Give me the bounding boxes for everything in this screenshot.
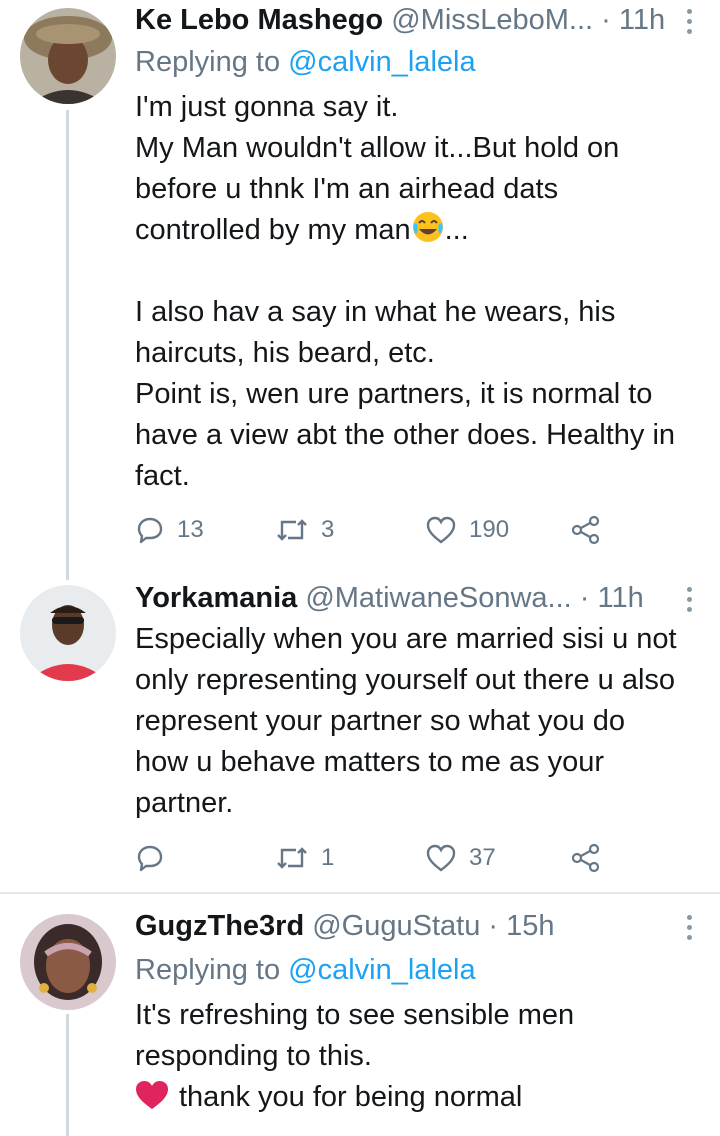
retweet-button[interactable]: 3 xyxy=(275,510,334,550)
tweet-actions: 1 37 xyxy=(135,838,615,878)
reply-button[interactable]: 13 xyxy=(135,510,204,550)
mention-link[interactable]: @calvin_lalela xyxy=(288,46,475,78)
replying-to: Replying to @calvin_lalela xyxy=(135,952,476,988)
text-line: My Man wouldn't allow it...But hold on xyxy=(135,132,620,164)
retweet-count: 1 xyxy=(321,844,335,871)
like-icon xyxy=(426,516,456,544)
more-options-icon[interactable] xyxy=(684,910,694,946)
thread-line xyxy=(66,1014,69,1136)
share-button[interactable] xyxy=(570,510,602,550)
text-line: thank you for being normal xyxy=(135,1077,695,1118)
text-line: Especially when you are married sisi u n… xyxy=(135,623,677,655)
reply-icon xyxy=(137,517,163,544)
thread-line xyxy=(66,110,69,580)
like-button[interactable]: 190 xyxy=(425,510,509,550)
like-count: 37 xyxy=(469,844,496,871)
share-icon xyxy=(571,843,600,873)
mention-link[interactable]: @calvin_lalela xyxy=(288,954,475,986)
tweet-text: It's refreshing to see sensible men resp… xyxy=(135,995,695,1118)
tweet-1[interactable]: Ke Lebo Mashego @MissLeboM... · 11h Repl… xyxy=(0,0,720,580)
red-heart-emoji xyxy=(136,1081,168,1109)
tweet-2[interactable]: Yorkamania @MatiwaneSonwa... · 11h Espec… xyxy=(0,580,720,892)
text-line: Point is, wen ure partners, it is normal… xyxy=(135,378,653,410)
tweet-text: I'm just gonna say it. My Man wouldn't a… xyxy=(135,87,695,497)
text-line: I also hav a say in what he wears, his xyxy=(135,296,616,328)
tweet-header: Yorkamania @MatiwaneSonwa... · 11h xyxy=(135,580,670,616)
text-line: controlled by my man ... xyxy=(135,210,695,251)
text-line: have a view abt the other does. Healthy … xyxy=(135,419,676,451)
text-fragment: thank you for being normal xyxy=(179,1081,523,1113)
text-line: responding to this. xyxy=(135,1040,372,1072)
text-line: represent your partner so what you do xyxy=(135,705,626,737)
replying-to-label: Replying to xyxy=(135,46,281,78)
text-fragment: ... xyxy=(444,214,469,246)
text-line: It's refreshing to see sensible men xyxy=(135,999,575,1031)
reply-button[interactable] xyxy=(135,838,165,878)
avatar-gugz[interactable] xyxy=(20,914,116,1010)
tweet-header: Ke Lebo Mashego @MissLeboM... · 11h xyxy=(135,2,670,38)
timestamp[interactable]: 11h xyxy=(598,582,644,614)
text-fragment: controlled by my man xyxy=(135,214,411,246)
text-line: I'm just gonna say it. xyxy=(135,91,399,123)
reply-count: 13 xyxy=(177,516,204,543)
replying-to-label: Replying to xyxy=(135,954,281,986)
user-handle[interactable]: @GuguStatu xyxy=(312,910,480,942)
tweet-3[interactable]: GugzThe3rd @GuguStatu · 15h Replying to … xyxy=(0,894,720,1136)
face-with-tears-of-joy-emoji xyxy=(412,212,443,242)
more-options-icon[interactable] xyxy=(684,582,694,618)
tweet-text: Especially when you are married sisi u n… xyxy=(135,619,695,824)
text-line: fact. xyxy=(135,460,190,492)
text-line: haircuts, his beard, etc. xyxy=(135,337,435,369)
replying-to: Replying to @calvin_lalela xyxy=(135,44,476,80)
more-options-icon[interactable] xyxy=(684,4,694,40)
timestamp[interactable]: 11h xyxy=(619,4,665,36)
tweet-actions: 13 3 190 xyxy=(135,510,615,550)
avatar-ke-lebo[interactable] xyxy=(20,8,116,104)
text-line: only representing yourself out there u a… xyxy=(135,664,676,696)
text-line: partner. xyxy=(135,787,234,819)
retweet-count: 3 xyxy=(321,516,335,543)
like-button[interactable]: 37 xyxy=(425,838,496,878)
display-name[interactable]: GugzThe3rd xyxy=(135,910,304,942)
retweet-button[interactable]: 1 xyxy=(275,838,334,878)
reply-icon xyxy=(137,845,163,872)
display-name[interactable]: Yorkamania xyxy=(135,582,297,614)
separator-dot: · xyxy=(601,4,611,36)
retweet-icon xyxy=(277,519,307,541)
separator-dot: · xyxy=(488,910,499,942)
timestamp[interactable]: 15h xyxy=(506,910,554,942)
like-count: 190 xyxy=(469,516,510,543)
user-handle[interactable]: @MissLeboM... xyxy=(391,4,593,36)
display-name[interactable]: Ke Lebo Mashego xyxy=(135,4,383,36)
separator-dot: · xyxy=(579,582,590,614)
tweet-header: GugzThe3rd @GuguStatu · 15h xyxy=(135,908,670,944)
retweet-icon xyxy=(277,847,307,869)
avatar-yorkamania[interactable] xyxy=(20,585,116,681)
share-icon xyxy=(571,515,600,545)
text-line: how u behave matters to me as your xyxy=(135,746,605,778)
user-handle[interactable]: @MatiwaneSonwa... xyxy=(305,582,571,614)
share-button[interactable] xyxy=(570,838,602,878)
text-line: before u thnk I'm an airhead dats xyxy=(135,173,559,205)
like-icon xyxy=(426,844,456,872)
